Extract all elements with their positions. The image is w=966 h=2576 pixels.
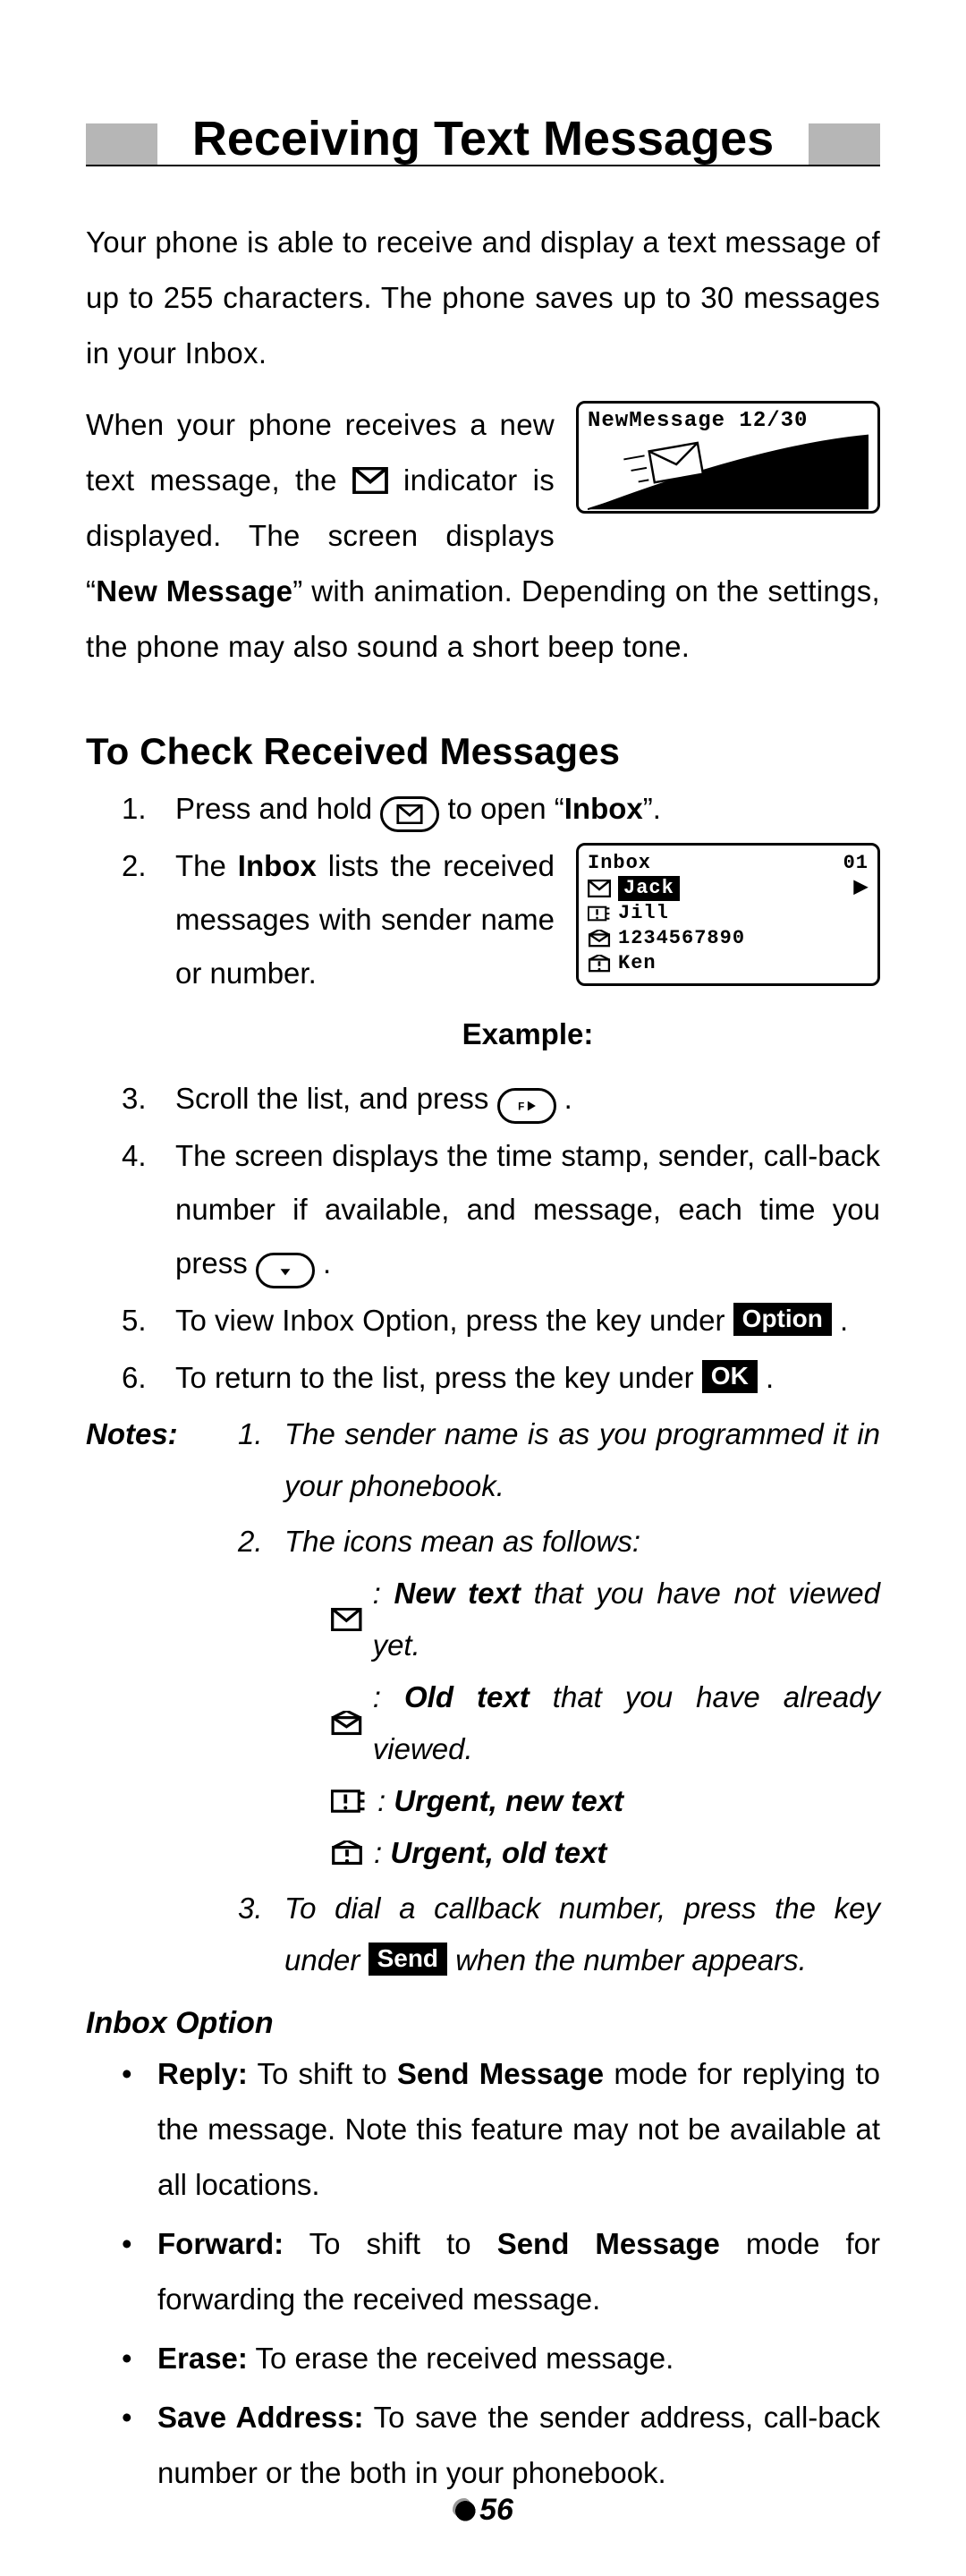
step3-after: . [564,1082,572,1115]
envelope-open-icon [588,930,611,948]
legend-urgent-new: : Urgent, new text [284,1775,880,1827]
inbox-option-heading: Inbox Option [86,2006,880,2041]
step-1: Press and hold to open “Inbox”. [86,782,880,836]
opt-fwd-t1: To shift to [284,2227,497,2260]
step1-close: ”. [643,792,661,825]
page-title: Receiving Text Messages [86,107,880,170]
down-key-icon [256,1253,315,1288]
page-number: 56 [0,2493,966,2528]
opt-erase-t: To erase the received message. [248,2342,674,2375]
step1-before: Press and hold [175,792,380,825]
step1-after: to open “ [447,792,564,825]
ok-softkey-badge: OK [702,1360,758,1393]
svg-text:F: F [518,1101,524,1113]
note2-lead: The icons mean as follows: [284,1525,640,1558]
example-label: Example: [175,1007,880,1061]
opt-fwd-b: Forward: [157,2227,284,2260]
opt-reply-t1: To shift to [248,2057,397,2090]
note-2: The icons mean as follows: : New text th… [238,1516,880,1879]
step6-before: To return to the list, press the key und… [175,1361,702,1394]
inbox-option-list: Reply: To shift to Send Message mode for… [86,2046,880,2501]
step-5: To view Inbox Option, press the key unde… [86,1294,880,1348]
lcd-inbox-name-2: Jill [618,901,669,926]
step5-before: To view Inbox Option, press the key unde… [175,1304,733,1337]
note-3: To dial a callback number, press the key… [238,1883,880,1986]
check-received-heading: To Check Received Messages [86,730,880,773]
lcd-inbox-row-1: Jack ▶ [588,876,869,901]
envelope-urgent-old-icon [331,1841,363,1866]
lcd-inbox-name-1: Jack [618,876,680,901]
lcd-inbox-name-3: 1234567890 [618,926,745,951]
notes-list: The sender name is as you programmed it … [238,1408,880,1990]
opt-save-b: Save Address: [157,2401,364,2434]
envelope-closed-icon [588,880,611,897]
opt-reply-b: Reply: [157,2057,248,2090]
envelope-open-icon [331,1711,362,1736]
legend-old-b: Old text [404,1680,530,1713]
inbox-option-erase: Erase: To erase the received message. [86,2331,880,2386]
envelope-urgent-new-icon [331,1790,367,1813]
note-1: The sender name is as you programmed it … [238,1408,880,1512]
step5-after: . [840,1304,848,1337]
step3-before: Scroll the list, and press [175,1082,497,1115]
notes-block: Notes: The sender name is as you program… [86,1408,880,1990]
legend-old-text: : Old text that you have already viewed. [284,1671,880,1775]
lcd-inbox-row-4: Ken [588,951,869,976]
step-2: Inbox 01 Jack ▶ Jill 1234567890 [86,839,880,1068]
envelope-urgent-new-icon [588,905,611,922]
lcd-newmessage-screen: NewMessage 12/30 [576,401,880,514]
opt-fwd-sm: Send Message [497,2227,720,2260]
option-softkey-badge: Option [733,1303,832,1336]
inbox-option-save: Save Address: To save the sender address… [86,2390,880,2501]
step-4: The screen displays the time stamp, send… [86,1129,880,1290]
send-softkey-badge: Send [369,1943,447,1976]
legend-new-text: : New text that you have not viewed yet. [284,1568,880,1671]
lcd-inbox-screen: Inbox 01 Jack ▶ Jill 1234567890 [576,843,880,986]
lcd-newmessage-title: NewMessage 12/30 [588,409,869,433]
step-6: To return to the list, press the key und… [86,1351,880,1405]
inbox-option-forward: Forward: To shift to Send Message mode f… [86,2216,880,2327]
intro-paragraph-1: Your phone is able to receive and displa… [86,215,880,381]
envelope-closed-icon [331,1608,362,1631]
forward-key-icon: F [497,1088,556,1124]
check-steps-list: Press and hold to open “Inbox”. Inbox 01… [86,782,880,1405]
lcd-inbox-row-3: 1234567890 [588,926,869,951]
intro2-newmessage-bold: New Message [96,574,292,608]
lcd-inbox-row-2: Jill [588,901,869,926]
envelope-indicator-icon [352,456,388,483]
envelope-urgent-old-icon [588,955,611,973]
step1-inbox-bold: Inbox [564,792,643,825]
mail-key-icon [380,796,439,832]
lcd-inbox-title-left: Inbox [588,851,651,876]
page-title-bar: Receiving Text Messages [86,107,880,179]
legend-urg-old: Urgent, old text [390,1836,606,1869]
notes-label: Notes: [86,1408,238,1990]
note3-after: when the number appears. [455,1943,807,1977]
step-3: Scroll the list, and press F . [86,1072,880,1126]
lcd-newmessage-animation-graphic [588,433,869,510]
legend-new-b: New text [394,1577,521,1610]
lcd-inbox-name-4: Ken [618,951,657,976]
selection-caret-icon: ▶ [854,876,869,901]
step2-before: The [175,849,238,882]
step2-inbox-bold: Inbox [238,849,317,882]
legend-urgent-old: : Urgent, old text [284,1827,880,1879]
opt-erase-b: Erase: [157,2342,248,2375]
legend-urg-new: Urgent, new text [394,1784,623,1817]
lcd-inbox-title-right: 01 [843,851,869,876]
inbox-option-reply: Reply: To shift to Send Message mode for… [86,2046,880,2213]
opt-reply-sm: Send Message [397,2057,604,2090]
step6-after: . [766,1361,774,1394]
step4-after: . [323,1246,331,1279]
